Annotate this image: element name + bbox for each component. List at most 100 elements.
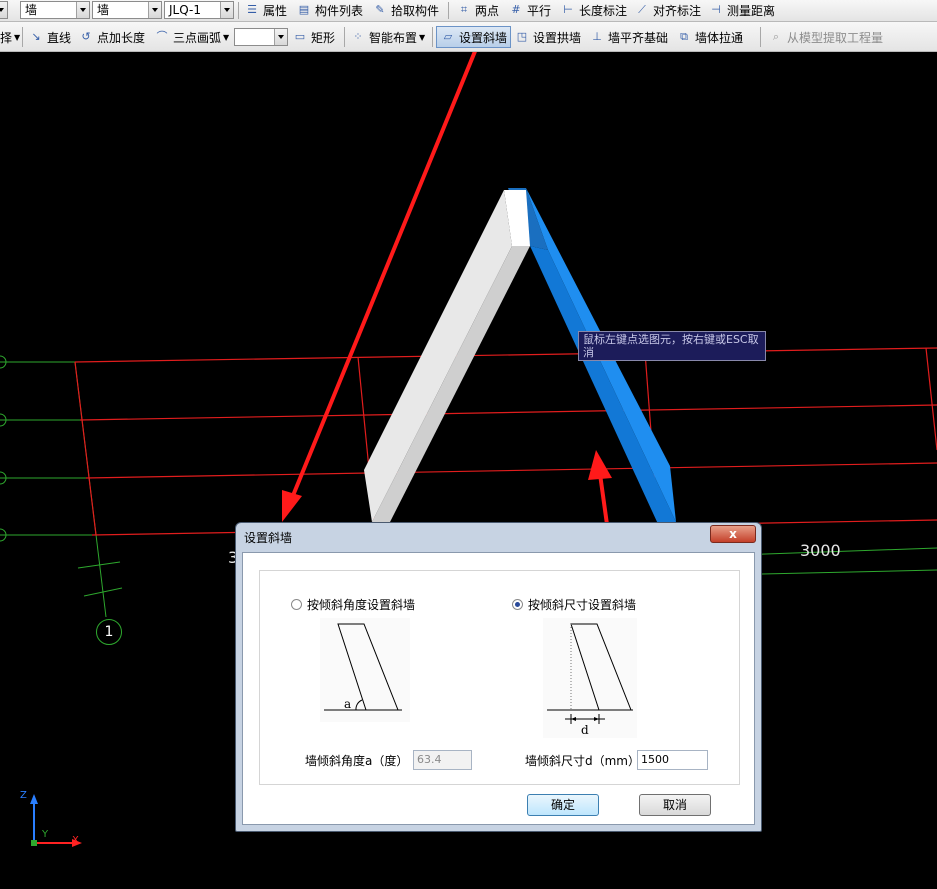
component-list-button[interactable]: ▤ 构件列表 xyxy=(296,0,363,20)
toolbar-draw: 择 ▼ ↘ 直线 ↺ 点加长度 ⌒ 三点画弧 ▼ ▭ 矩形 ⁘ 智能布置 ▼ ▱ 设置斜墙 ◳ 设置… xyxy=(0,22,937,52)
chevron-down-icon[interactable] xyxy=(220,2,233,18)
two-points-label: 两点 xyxy=(475,3,500,18)
angle-diagram xyxy=(320,618,410,722)
chevron-down-icon: ▼ xyxy=(223,32,230,42)
component-value: JLQ-1 xyxy=(169,3,201,17)
select-dropdown[interactable]: 择 ▼ xyxy=(0,27,20,47)
three-point-arc-button[interactable]: ⌒ 三点画弧 ▼ xyxy=(154,27,230,47)
close-button[interactable]: x xyxy=(710,525,756,543)
chevron-down-icon[interactable] xyxy=(274,29,287,45)
smart-layout-button[interactable]: ⁘ 智能布置 ▼ xyxy=(350,27,425,47)
radio-indicator xyxy=(512,599,523,610)
ucs-y-label: Y xyxy=(42,829,49,840)
properties-label: 属性 xyxy=(263,3,288,18)
set-arch-wall-button[interactable]: ◳ 设置拱墙 xyxy=(514,27,581,47)
component-combo[interactable]: JLQ-1 xyxy=(164,1,234,19)
dialog-title: 设置斜墙 xyxy=(244,531,293,545)
radio-by-angle-label: 按倾斜角度设置斜墙 xyxy=(307,598,416,612)
separator xyxy=(344,27,345,47)
two-points-icon: ⌗ xyxy=(460,3,468,16)
type-value: 墙 xyxy=(97,3,110,17)
wall-align-base-button[interactable]: ⊥ 墙平齐基础 xyxy=(589,27,668,47)
align-base-icon: ⊥ xyxy=(592,30,602,43)
option-group: 按倾斜角度设置斜墙 按倾斜尺寸设置斜墙 a d 墙倾斜角度a（度） 63.4 墙… xyxy=(259,570,740,785)
size-diagram xyxy=(543,618,637,738)
length-dim-label: 长度标注 xyxy=(579,3,628,18)
pick-component-button[interactable]: ✎ 拾取构件 xyxy=(372,0,439,20)
ok-button[interactable]: 确定 xyxy=(527,794,599,816)
measure-distance-button[interactable]: ⊣ 测量距离 xyxy=(708,0,775,20)
aligned-dimension-icon: ⟋ xyxy=(638,3,646,16)
category-value: 墙 xyxy=(25,3,38,17)
radio-by-size[interactable]: 按倾斜尺寸设置斜墙 xyxy=(512,596,636,613)
pick-icon: ✎ xyxy=(375,3,385,16)
chevron-down-icon[interactable] xyxy=(76,2,89,18)
close-icon: x xyxy=(729,527,737,541)
size-diagram-label: d xyxy=(581,723,589,737)
arc-option-combo[interactable] xyxy=(234,28,288,46)
magnifier-icon: ⌕ xyxy=(772,30,780,43)
wall-stretch-icon: ⧉ xyxy=(680,30,688,43)
axis-bubble: 1 xyxy=(96,619,122,645)
smart-layout-label: 智能布置 xyxy=(369,30,418,45)
aligned-dim-button[interactable]: ⟋ 对齐标注 xyxy=(634,0,701,20)
chevron-down-icon[interactable] xyxy=(148,2,161,18)
arch-wall-icon: ◳ xyxy=(516,30,528,43)
pick-component-label: 拾取构件 xyxy=(391,3,440,18)
ucs-x-label: X xyxy=(72,835,79,846)
measure-distance-label: 测量距离 xyxy=(727,3,776,18)
type-combo[interactable]: 墙 xyxy=(92,1,162,19)
angle-field-label: 墙倾斜角度a（度） xyxy=(305,754,409,768)
set-slant-wall-label: 设置斜墙 xyxy=(459,30,508,45)
chevron-down-icon: ▼ xyxy=(14,32,21,42)
separator xyxy=(238,2,239,19)
parallel-icon: # xyxy=(511,3,521,16)
separator xyxy=(432,27,433,47)
arc-label: 三点画弧 xyxy=(173,30,222,45)
properties-button[interactable]: ☰ 属性 xyxy=(244,0,287,20)
extract-quantity-button[interactable]: ⌕ 从模型提取工程量 xyxy=(768,27,883,47)
smart-layout-icon: ⁘ xyxy=(353,30,363,43)
parallel-button[interactable]: # 平行 xyxy=(508,0,551,20)
slant-wall-dialog: 设置斜墙 x 按倾斜角度设置斜墙 按倾斜尺寸设置斜墙 a d 墙倾斜角度a（度）… xyxy=(235,522,762,832)
arc-icon: ⌒ xyxy=(156,30,168,43)
dialog-body: 按倾斜角度设置斜墙 按倾斜尺寸设置斜墙 a d 墙倾斜角度a（度） 63.4 墙… xyxy=(242,552,755,825)
size-field-label: 墙倾斜尺寸d（mm） xyxy=(525,754,640,768)
ruler-icon: ⊣ xyxy=(711,3,721,16)
angle-input[interactable]: 63.4 xyxy=(413,750,472,770)
line-icon: ↘ xyxy=(31,30,41,43)
cancel-button[interactable]: 取消 xyxy=(639,794,711,816)
set-arch-wall-label: 设置拱墙 xyxy=(533,30,582,45)
length-dimension-icon: ⊢ xyxy=(563,3,573,16)
set-slant-wall-button[interactable]: ▱ 设置斜墙 xyxy=(436,26,512,48)
separator xyxy=(760,27,761,47)
category-combo[interactable]: 墙 xyxy=(20,1,90,19)
slant-wall-icon: ▱ xyxy=(443,30,453,43)
length-dim-button[interactable]: ⊢ 长度标注 xyxy=(560,0,627,20)
radio-by-angle[interactable]: 按倾斜角度设置斜墙 xyxy=(291,596,415,613)
point-length-label: 点加长度 xyxy=(97,30,146,45)
list-icon: ▤ xyxy=(298,3,310,16)
size-input[interactable]: 1500 xyxy=(637,750,708,770)
line-label: 直线 xyxy=(47,30,72,45)
wall-stretch-button[interactable]: ⧉ 墙体拉通 xyxy=(676,27,743,47)
rectangle-icon: ▭ xyxy=(294,30,306,43)
command-tooltip: 鼠标左键点选图元，按右键或ESC取消 xyxy=(578,331,766,361)
combo-partial[interactable] xyxy=(0,1,8,19)
radio-indicator xyxy=(291,599,302,610)
component-list-label: 构件列表 xyxy=(315,3,364,18)
line-button[interactable]: ↘ 直线 xyxy=(28,27,71,47)
two-points-button[interactable]: ⌗ 两点 xyxy=(456,0,499,20)
point-length-icon: ↺ xyxy=(81,30,91,43)
point-length-button[interactable]: ↺ 点加长度 xyxy=(78,27,145,47)
extract-quantity-label: 从模型提取工程量 xyxy=(787,30,884,45)
properties-icon: ☰ xyxy=(247,3,257,16)
toolbar-top: 墙 墙 JLQ-1 ☰ 属性 ▤ 构件列表 ✎ 拾取构件 ⌗ 两点 # 平行 ⊢ 长度标注 … xyxy=(0,0,937,22)
separator xyxy=(22,27,23,47)
parallel-label: 平行 xyxy=(527,3,552,18)
separator xyxy=(448,2,449,19)
rectangle-button[interactable]: ▭ 矩形 xyxy=(292,27,335,47)
dimension-text: 3000 xyxy=(800,541,841,560)
select-label: 择 xyxy=(0,30,13,45)
chevron-down-icon: ▼ xyxy=(419,32,426,42)
